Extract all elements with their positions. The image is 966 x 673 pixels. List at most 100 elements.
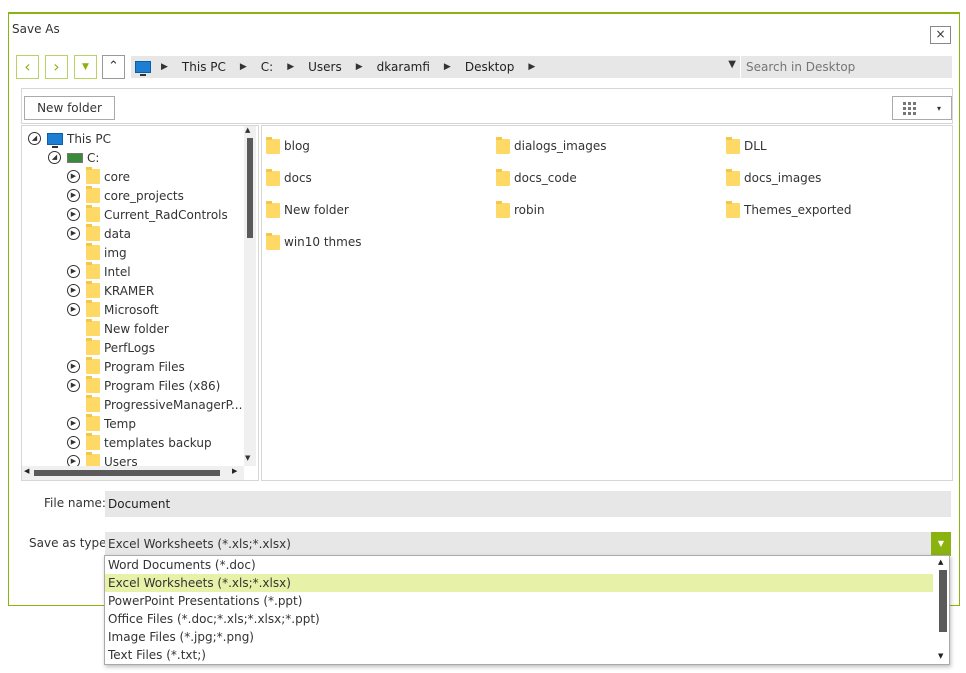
breadcrumb-separator-icon[interactable]: ▶ — [438, 62, 457, 72]
tree-item[interactable]: ▶ Program Files (x86) — [67, 376, 220, 395]
scrollbar-thumb[interactable] — [939, 570, 947, 632]
chevron-down-icon[interactable]: ▼ — [931, 532, 951, 556]
tree-vertical-scrollbar[interactable]: ▲ ▼ — [244, 126, 256, 466]
dropdown-option[interactable]: Excel Worksheets (*.xls;*.xlsx) — [105, 574, 933, 592]
tree-item[interactable]: ▶ Intel — [67, 262, 131, 281]
tree-item[interactable]: New folder — [67, 319, 169, 338]
tree-item[interactable]: ▶ core — [67, 167, 130, 186]
scroll-left-icon[interactable]: ◀ — [24, 467, 29, 475]
tree-item[interactable]: ProgressiveManagerP... — [67, 395, 242, 414]
tree-item-label: C: — [87, 150, 100, 165]
tree-item[interactable]: PerfLogs — [67, 338, 155, 357]
dropdown-option[interactable]: Text Files (*.txt;) — [105, 646, 933, 664]
file-item[interactable]: win10 thmes — [266, 232, 361, 252]
file-item[interactable]: Themes_exported — [726, 200, 852, 220]
tree-item[interactable]: ▶ core_projects — [67, 186, 184, 205]
dropdown-scrollbar[interactable]: ▲ ▼ — [937, 558, 947, 662]
tree-horizontal-scrollbar[interactable]: ◀ ▶ — [22, 466, 244, 480]
expand-icon[interactable]: ▶ — [67, 265, 80, 278]
expand-icon[interactable]: ▶ — [67, 303, 80, 316]
folder-icon — [86, 281, 100, 298]
address-dropdown-icon[interactable]: ▼ — [728, 59, 736, 70]
folder-icon — [496, 200, 510, 218]
folder-tree[interactable]: ◢ This PC ◢ C: ▶ core ▶ core_projects ▶ Curre… — [21, 125, 259, 481]
expand-icon[interactable]: ▶ — [67, 284, 80, 297]
file-item[interactable]: New folder — [266, 200, 349, 220]
scrollbar-thumb[interactable] — [247, 138, 253, 238]
breadcrumb-separator-icon[interactable]: ▶ — [281, 62, 300, 72]
breadcrumb-separator-icon[interactable]: ▶ — [155, 62, 174, 72]
collapse-icon[interactable]: ◢ — [28, 132, 41, 145]
breadcrumb-separator-icon[interactable]: ▶ — [234, 62, 253, 72]
file-item[interactable]: DLL — [726, 136, 767, 156]
breadcrumb-c-drive[interactable]: C: — [253, 60, 281, 74]
tree-item-label: Intel — [104, 264, 131, 279]
back-button[interactable]: ‹ — [16, 55, 39, 79]
file-item[interactable]: robin — [496, 200, 545, 220]
tree-item[interactable]: ▶ Temp — [67, 414, 136, 433]
dropdown-option[interactable]: Office Files (*.doc;*.xls;*.xlsx;*.ppt) — [105, 610, 933, 628]
search-input[interactable] — [741, 56, 952, 78]
file-item[interactable]: docs_code — [496, 168, 577, 188]
tree-item[interactable]: img — [67, 243, 127, 262]
breadcrumb-desktop[interactable]: Desktop — [457, 60, 523, 74]
tree-item[interactable]: ▶ templates backup — [67, 433, 212, 452]
tree-item[interactable]: ▶ Program Files — [67, 357, 185, 376]
close-button[interactable]: × — [930, 26, 951, 44]
breadcrumb-users[interactable]: Users — [300, 60, 350, 74]
folder-icon — [86, 395, 100, 412]
tree-item-label: Temp — [104, 416, 136, 431]
tree-item-this-pc[interactable]: ◢ This PC — [28, 129, 111, 148]
collapse-icon[interactable]: ◢ — [48, 151, 61, 164]
breadcrumb-separator-icon[interactable]: ▶ — [350, 62, 369, 72]
folder-icon — [266, 200, 280, 218]
save-type-dropdown[interactable]: ▲ ▼ Word Documents (*.doc) Excel Workshee… — [104, 555, 950, 665]
dropdown-option[interactable]: PowerPoint Presentations (*.ppt) — [105, 592, 933, 610]
file-item[interactable]: dialogs_images — [496, 136, 606, 156]
address-bar[interactable]: ▶ This PC ▶ C: ▶ Users ▶ dkaramfi ▶ Desk… — [131, 56, 740, 78]
file-item-label: New folder — [284, 203, 349, 217]
tree-item-label: Program Files (x86) — [104, 378, 221, 393]
tree-item[interactable]: ▶ KRAMER — [67, 281, 154, 300]
expand-icon[interactable]: ▶ — [67, 208, 80, 221]
scroll-down-icon[interactable]: ▼ — [938, 652, 943, 660]
view-mode-button[interactable]: ▾ — [892, 96, 952, 120]
up-button[interactable]: ⌃ — [102, 55, 125, 79]
tree-item[interactable]: ▶ data — [67, 224, 131, 243]
expand-icon[interactable]: ▶ — [67, 227, 80, 240]
file-item[interactable]: docs_images — [726, 168, 821, 188]
tree-item[interactable]: ▶ Microsoft — [67, 300, 159, 319]
forward-button[interactable]: › — [45, 55, 68, 79]
scroll-down-icon[interactable]: ▼ — [245, 454, 250, 462]
expand-icon[interactable]: ▶ — [67, 436, 80, 449]
tree-item-c-drive[interactable]: ◢ C: — [48, 148, 99, 167]
folder-icon — [266, 168, 280, 186]
dropdown-option[interactable]: Image Files (*.jpg;*.png) — [105, 628, 933, 646]
folder-icon — [86, 433, 100, 450]
expand-icon[interactable]: ▶ — [67, 417, 80, 430]
file-item[interactable]: docs — [266, 168, 312, 188]
dropdown-option[interactable]: Word Documents (*.doc) — [105, 556, 933, 574]
expand-icon[interactable]: ▶ — [67, 379, 80, 392]
file-name-input[interactable] — [105, 491, 951, 517]
breadcrumb-this-pc[interactable]: This PC — [174, 60, 234, 74]
breadcrumb-dkaramfi[interactable]: dkaramfi — [369, 60, 438, 74]
breadcrumb-separator-icon[interactable]: ▶ — [522, 62, 541, 72]
file-list[interactable]: blog dialogs_images DLL docs docs_code docs_i… — [261, 125, 953, 481]
recent-locations-button[interactable]: ▼ — [74, 55, 97, 79]
save-type-select[interactable]: Excel Worksheets (*.xls;*.xlsx) ▼ — [105, 532, 951, 556]
tree-item[interactable]: ▶ Current_RadControls — [67, 205, 228, 224]
file-item[interactable]: blog — [266, 136, 310, 156]
expand-icon[interactable]: ▶ — [67, 360, 80, 373]
folder-icon — [86, 186, 100, 203]
expand-icon[interactable]: ▶ — [67, 189, 80, 202]
new-folder-button[interactable]: New folder — [24, 96, 115, 120]
file-item-label: Themes_exported — [744, 203, 852, 217]
toolbar: New folder ▾ — [21, 88, 953, 124]
scroll-up-icon[interactable]: ▲ — [245, 126, 250, 134]
scrollbar-thumb[interactable] — [34, 470, 220, 476]
tree-item-label: core — [104, 169, 130, 184]
expand-icon[interactable]: ▶ — [67, 170, 80, 183]
scroll-right-icon[interactable]: ▶ — [232, 467, 237, 475]
scroll-up-icon[interactable]: ▲ — [938, 558, 943, 566]
